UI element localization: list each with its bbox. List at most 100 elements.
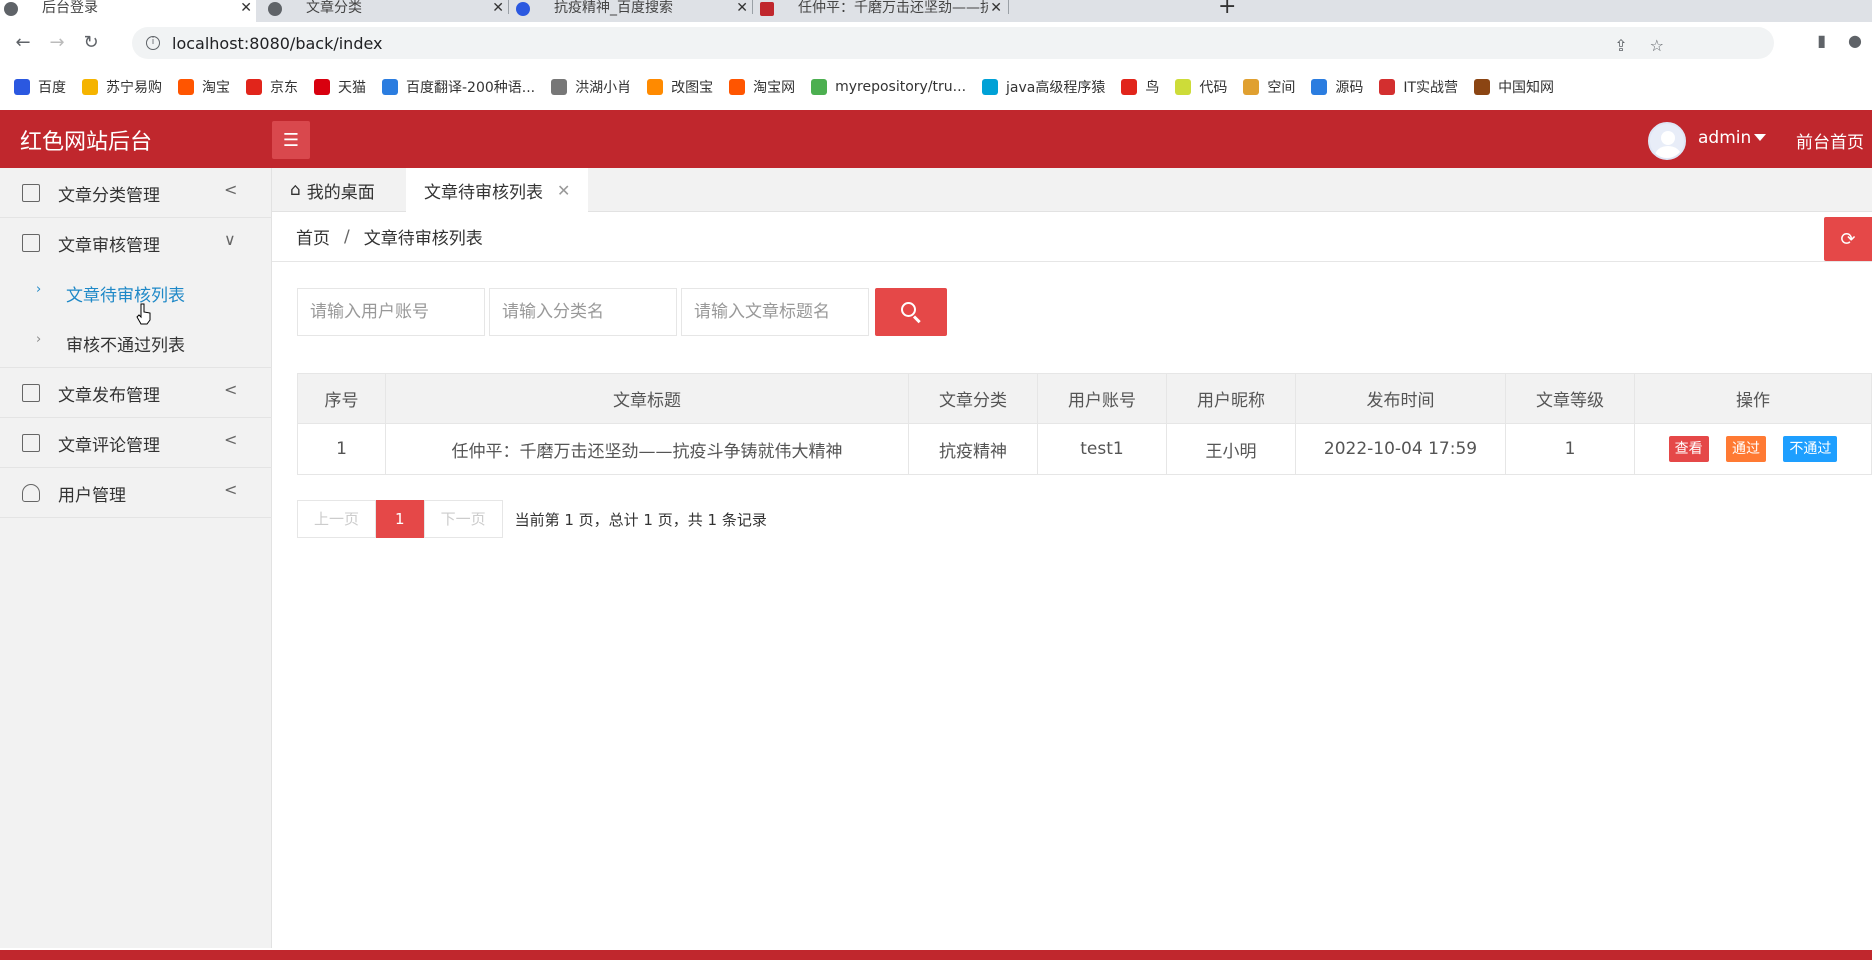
page-tabs: ⌂ 我的桌面 文章待审核列表 ✕ [272,168,1872,212]
bookmark-icon [382,78,398,95]
user-icon [22,484,40,502]
browser-tab[interactable]: 后台登录 ✕ [0,0,256,22]
sidebar-item-review[interactable]: 文章审核管理 ∨ [0,218,272,268]
bookmark-icon [1121,78,1138,95]
approve-button[interactable]: 通过 [1726,436,1766,462]
close-tab-icon[interactable]: ✕ [736,0,748,16]
cell-category: 抗疫精神 [908,423,1038,475]
col-category: 文章分类 [908,373,1038,424]
back-icon[interactable]: ← [8,32,38,53]
comment-icon [22,434,40,452]
prev-page-button[interactable]: 上一页 [297,500,377,538]
bookmark-item[interactable]: 源码 [1311,77,1363,97]
bookmark-item[interactable]: 淘宝网 [729,77,795,97]
bookmark-item[interactable]: 鸟 [1121,77,1159,97]
avatar[interactable] [1648,122,1686,160]
bookmark-icon [1379,78,1396,95]
url-field[interactable]: i localhost:8080/back/index ⇪ ☆ [132,27,1774,59]
bookmark-item[interactable]: 苏宁易购 [82,77,162,97]
bookmark-item[interactable]: 空间 [1243,77,1295,97]
bookmark-icon [1311,78,1328,95]
sidebar-item-comment[interactable]: 文章评论管理 < [0,418,272,468]
bookmark-icon [246,78,262,95]
bookmark-icon [14,78,30,95]
sidebar-item-publish[interactable]: 文章发布管理 < [0,368,272,418]
sidebar-item-users[interactable]: 用户管理 < [0,468,272,518]
browser-tab[interactable]: 抗疫精神_百度搜索 ✕ [512,0,752,22]
star-icon[interactable]: ☆ [1650,36,1664,55]
close-icon[interactable]: ✕ [557,181,570,200]
reload-icon[interactable]: ↻ [76,32,106,53]
bookmark-item[interactable]: 代码 [1175,77,1227,97]
sidebar-item-category[interactable]: 文章分类管理 < [0,168,272,218]
bookmark-item[interactable]: 京东 [246,77,298,97]
bookmark-item[interactable]: 天猫 [314,77,366,97]
user-name[interactable]: admin [1698,128,1751,148]
info-icon[interactable]: i [146,36,160,50]
user-account-input[interactable] [297,288,485,336]
address-bar: ← → ↻ i localhost:8080/back/index ⇪ ☆ ▮ … [0,22,1872,62]
article-table: 序号 文章标题 文章分类 用户账号 用户昵称 发布时间 文章等级 操作 1 任仲… [297,373,1872,475]
chevron-left-icon: < [224,430,238,449]
menu-toggle-button[interactable]: ☰ [272,121,310,159]
globe-icon [268,2,282,16]
profile-icon[interactable]: ● [1848,31,1862,50]
search-button[interactable] [875,288,947,336]
col-index: 序号 [297,373,386,424]
bookmark-item[interactable]: myrepository/tru... [811,78,966,95]
bookmark-icon [82,78,98,95]
page-1-button[interactable]: 1 [376,500,424,538]
bookmark-icon [1474,78,1491,95]
bookmark-item[interactable]: 洪湖小肖 [551,77,631,97]
footer-bar [0,950,1872,960]
bookmark-icon [811,78,828,95]
refresh-icon: ⟳ [1840,228,1856,250]
app-title: 红色网站后台 [20,130,153,155]
cell-title: 任仲平：千磨万击还坚劲——抗疫斗争铸就伟大精神 [385,423,909,475]
refresh-button[interactable]: ⟳ [1824,217,1872,261]
title-input[interactable] [681,288,869,336]
forward-icon[interactable]: → [42,32,72,53]
share-icon[interactable]: ⇪ [1614,36,1627,55]
bookmark-icon [314,78,330,95]
bookmarks-bar: 百度 苏宁易购 淘宝 京东 天猫 百度翻译-200种语... 洪湖小肖 改图宝 淘宝网 myrep… [0,62,1872,112]
table-row: 1 任仲平：千磨万击还坚劲——抗疫斗争铸就伟大精神 抗疫精神 test1 王小明… [297,423,1872,475]
view-button[interactable]: 查看 [1668,436,1709,462]
bookmark-item[interactable]: 百度 [14,77,66,97]
bookmark-icon [1243,78,1260,95]
next-page-button[interactable]: 下一页 [423,500,503,538]
sidebar-subitem-rejected[interactable]: › 审核不通过列表 [0,318,272,368]
browser-tab[interactable]: 文章分类 ✕ [264,0,508,22]
bookmark-item[interactable]: java高级程序猿 [982,77,1105,97]
col-account: 用户账号 [1037,373,1167,424]
publish-icon [22,384,40,402]
pagination: 上一页 1 下一页 当前第 1 页，总计 1 页，共 1 条记录 [297,500,767,538]
bookmark-item[interactable]: 百度翻译-200种语... [382,77,535,97]
close-tab-icon[interactable]: ✕ [990,0,1002,16]
breadcrumb-home[interactable]: 首页 [296,224,330,249]
sidepanel-icon[interactable]: ▮ [1817,31,1826,50]
chevron-right-icon: › [36,282,42,297]
bookmark-item[interactable]: 中国知网 [1474,77,1554,97]
tab-pending-list[interactable]: 文章待审核列表 ✕ [406,168,589,212]
bookmark-item[interactable]: 淘宝 [178,77,230,97]
bookmark-item[interactable]: IT实战营 [1379,77,1458,97]
close-tab-icon[interactable]: ✕ [240,0,252,16]
breadcrumb-current: 文章待审核列表 [363,229,483,249]
browser-tab[interactable]: 任仲平：千磨万击还坚劲——抗 ✕ [756,0,1006,22]
tab-desktop[interactable]: ⌂ 我的桌面 [272,168,393,212]
document-icon [22,184,40,202]
new-tab-icon[interactable]: + [1218,0,1236,19]
pagination-info: 当前第 1 页，总计 1 页，共 1 条记录 [514,510,767,529]
caret-down-icon[interactable] [1754,134,1766,141]
close-tab-icon[interactable]: ✕ [492,0,504,16]
cell-level: 1 [1505,423,1635,475]
bookmark-item[interactable]: 改图宝 [647,77,713,97]
reject-button[interactable]: 不通过 [1783,436,1838,462]
cell-nickname: 王小明 [1166,423,1296,475]
front-home-link[interactable]: 前台首页 [1796,128,1864,153]
chevron-left-icon: < [224,480,238,499]
category-input[interactable] [489,288,677,336]
chevron-right-icon: › [36,332,42,347]
app-header: 红色网站后台 ☰ admin 前台首页 [0,110,1872,168]
